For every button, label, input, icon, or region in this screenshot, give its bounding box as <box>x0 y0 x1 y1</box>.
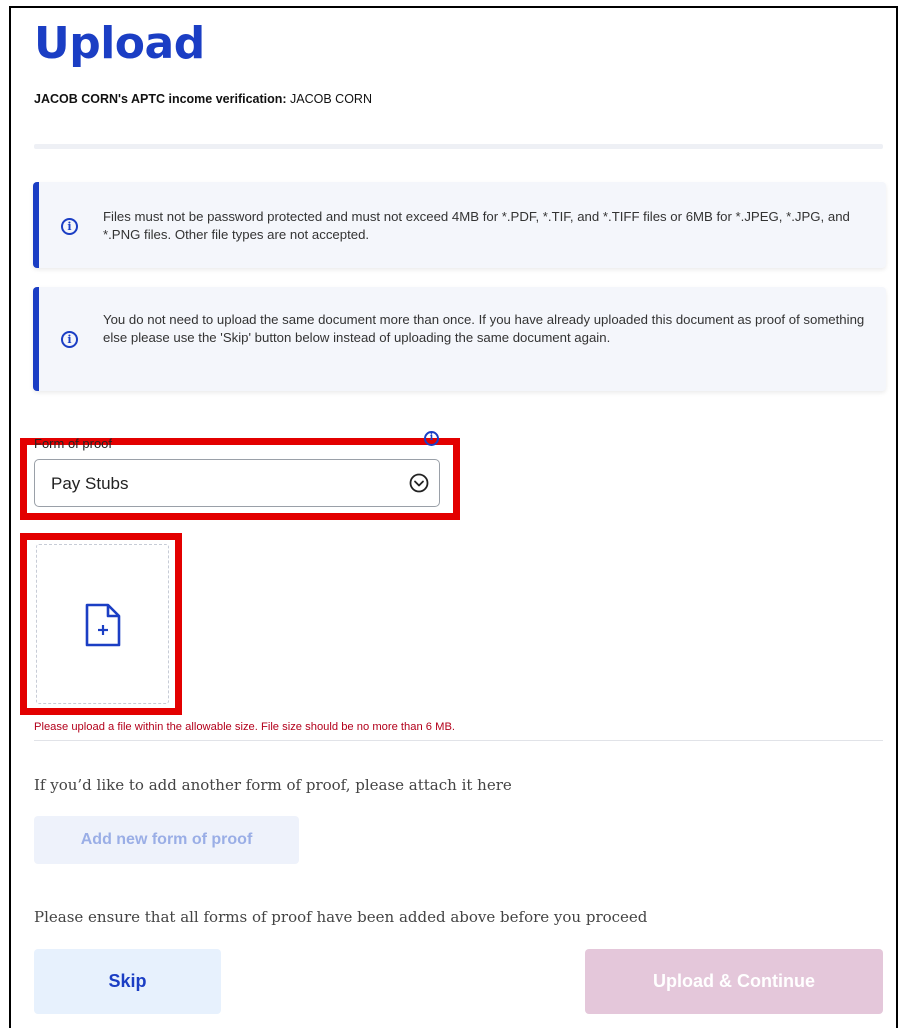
proceed-prompt: Please ensure that all forms of proof ha… <box>34 908 648 926</box>
file-size-error: Please upload a file within the allowabl… <box>34 721 456 733</box>
form-of-proof-label: Form of proof <box>34 436 113 451</box>
form-of-proof-select[interactable]: Pay Stubs <box>34 459 440 507</box>
info-icon: i <box>61 331 78 348</box>
file-size-alert: i Files must not be password protected a… <box>33 182 886 268</box>
selected-value: Pay Stubs <box>51 474 129 493</box>
upload-continue-button[interactable]: Upload & Continue <box>585 949 883 1014</box>
add-file-icon <box>85 603 121 647</box>
add-new-proof-button[interactable]: Add new form of proof <box>34 816 299 864</box>
skip-button[interactable]: Skip <box>34 949 221 1014</box>
subtitle-bold: JACOB CORN's APTC income verification: <box>34 92 287 106</box>
alert-text: You do not need to upload the same docum… <box>103 312 865 345</box>
page-subtitle: JACOB CORN's APTC income verification: J… <box>34 92 372 106</box>
info-icon: i <box>61 218 78 235</box>
chevron-down-icon <box>409 473 429 493</box>
section-divider <box>34 144 883 149</box>
alert-text: Files must not be password protected and… <box>103 209 850 242</box>
file-upload-dropzone[interactable] <box>36 544 169 704</box>
duplicate-document-alert: i You do not need to upload the same doc… <box>33 287 886 391</box>
page-title: Upload <box>34 18 205 69</box>
info-icon[interactable]: i <box>424 431 439 446</box>
subtitle-name: JACOB CORN <box>286 92 372 106</box>
add-proof-prompt: If you’d like to add another form of pro… <box>34 776 512 794</box>
divider <box>34 740 883 741</box>
